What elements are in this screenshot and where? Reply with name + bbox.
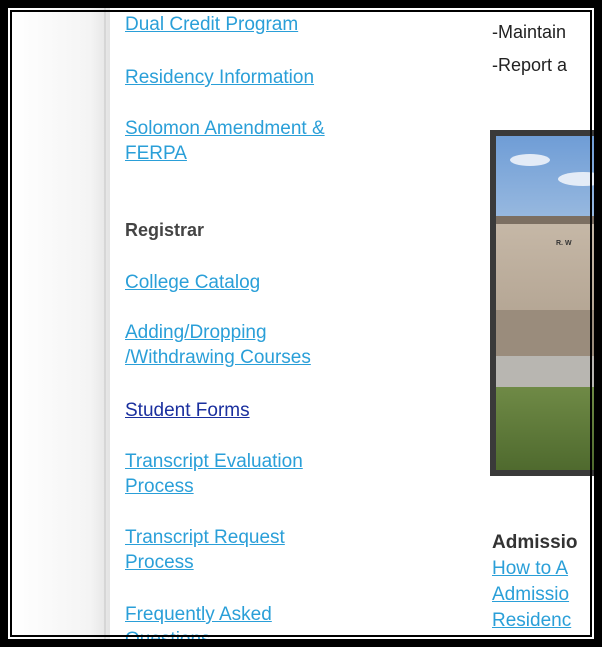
- link-admissions[interactable]: Admissio: [492, 584, 569, 606]
- link-college-catalog[interactable]: College Catalog: [125, 270, 425, 295]
- photo-roofline: [496, 216, 594, 225]
- link-dual-credit-program[interactable]: Dual Credit Program: [125, 12, 425, 37]
- link-transcript-request[interactable]: Transcript Request Process: [125, 525, 325, 575]
- campus-building-photo: R. W: [490, 130, 594, 476]
- link-solomon-amendment-ferpa[interactable]: Solomon Amendment & FERPA: [125, 116, 375, 166]
- photo-building-sign: R. W: [556, 240, 572, 247]
- admissions-heading: Admissio: [492, 532, 578, 553]
- link-adding-dropping-withdrawing[interactable]: Adding/Dropping /Withdrawing Courses: [125, 320, 355, 370]
- bullet-maintain: -Maintain: [492, 22, 567, 42]
- section-heading-registrar: Registrar: [125, 220, 205, 240]
- bullet-report: -Report a: [492, 55, 568, 75]
- photo-grass: [496, 386, 594, 470]
- link-faq[interactable]: Frequently Asked Questions: [125, 602, 305, 639]
- sidebar-divider: [104, 8, 106, 639]
- link-transcript-evaluation[interactable]: Transcript Evaluation Process: [125, 449, 340, 499]
- photo-cloud: [558, 172, 594, 186]
- link-how-to-apply[interactable]: How to A: [492, 558, 568, 580]
- sidebar-margin: [12, 8, 110, 639]
- photo-sidewalk: [496, 356, 594, 390]
- link-residency[interactable]: Residenc: [492, 610, 571, 632]
- link-student-forms[interactable]: Student Forms: [125, 398, 425, 423]
- photo-cloud: [510, 154, 550, 166]
- link-residency-information[interactable]: Residency Information: [125, 65, 425, 90]
- browser-viewport: Dual Credit Program Residency Informatio…: [0, 0, 602, 647]
